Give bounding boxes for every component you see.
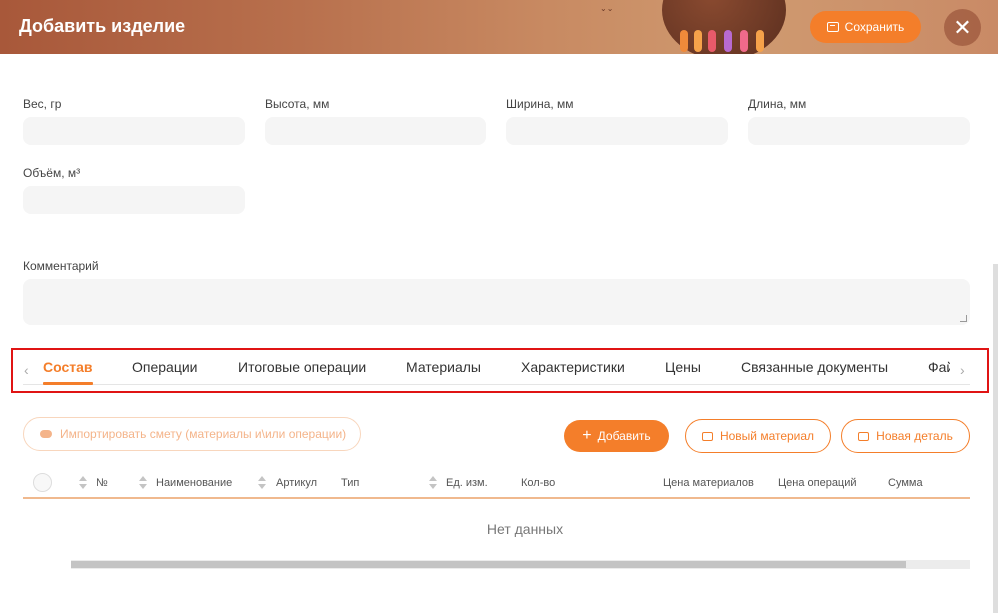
comment-label: Комментарий bbox=[23, 259, 99, 273]
tab-materials[interactable]: Материалы bbox=[406, 359, 481, 375]
sort-icon[interactable] bbox=[258, 476, 266, 490]
weight-label: Вес, гр bbox=[23, 97, 62, 111]
column-total[interactable]: Сумма bbox=[888, 477, 923, 489]
length-label: Длина, мм bbox=[748, 97, 807, 111]
column-quantity[interactable]: Кол-во bbox=[521, 477, 555, 489]
cloud-upload-icon bbox=[40, 430, 52, 438]
column-name[interactable]: Наименование bbox=[156, 477, 232, 489]
tabs-next-icon[interactable]: › bbox=[960, 362, 965, 378]
select-all-checkbox[interactable] bbox=[33, 473, 52, 492]
balloon-stripe bbox=[680, 30, 688, 52]
column-type[interactable]: Тип bbox=[341, 477, 359, 489]
tab-final-operations[interactable]: Итоговые операции bbox=[238, 359, 366, 375]
horizontal-scrollbar[interactable] bbox=[71, 560, 970, 569]
tabs-divider bbox=[23, 384, 970, 385]
height-label: Высота, мм bbox=[265, 97, 330, 111]
weight-input[interactable] bbox=[23, 117, 245, 145]
modal-header: ⌄⌄ Добавить изделие Сохранить ✕ bbox=[0, 0, 998, 54]
balloon-stripe bbox=[724, 30, 732, 52]
balloon-stripe bbox=[694, 30, 702, 52]
link-icon bbox=[858, 431, 870, 441]
column-material-price[interactable]: Цена материалов bbox=[663, 477, 754, 489]
new-material-label: Новый материал bbox=[719, 429, 815, 443]
vertical-scrollbar[interactable] bbox=[993, 264, 998, 613]
tab-active-indicator bbox=[43, 382, 93, 385]
import-estimate-label: Импортировать смету (материалы и\или опе… bbox=[60, 427, 347, 441]
balloon-stripe bbox=[756, 30, 764, 52]
sort-icon[interactable] bbox=[79, 476, 87, 490]
width-input[interactable] bbox=[506, 117, 728, 145]
close-button[interactable]: ✕ bbox=[944, 9, 981, 46]
add-button[interactable]: + Добавить bbox=[564, 420, 669, 452]
add-button-label: Добавить bbox=[597, 429, 651, 443]
new-material-button[interactable]: Новый материал bbox=[685, 419, 831, 453]
sort-icon[interactable] bbox=[429, 476, 437, 490]
table-header-divider bbox=[23, 497, 970, 499]
balloon-stripe bbox=[708, 30, 716, 52]
volume-input[interactable] bbox=[23, 186, 245, 214]
resize-handle-icon[interactable] bbox=[960, 315, 967, 322]
height-input[interactable] bbox=[265, 117, 486, 145]
tab-prices[interactable]: Цены bbox=[665, 359, 701, 375]
balloon-stripe bbox=[740, 30, 748, 52]
comment-textarea[interactable] bbox=[23, 279, 970, 325]
horizontal-scrollbar-thumb[interactable] bbox=[71, 561, 906, 568]
column-number[interactable]: № bbox=[96, 477, 108, 489]
width-label: Ширина, мм bbox=[506, 97, 574, 111]
tab-composition[interactable]: Состав bbox=[43, 359, 93, 375]
new-detail-label: Новая деталь bbox=[876, 429, 953, 443]
page-title: Добавить изделие bbox=[19, 16, 186, 36]
tab-files-clip: Фай bbox=[926, 359, 950, 379]
tab-files[interactable]: Фай bbox=[928, 359, 950, 375]
folder-icon bbox=[826, 22, 839, 32]
plus-icon: + bbox=[582, 427, 592, 444]
tab-related-documents[interactable]: Связанные документы bbox=[741, 359, 888, 375]
close-icon: ✕ bbox=[953, 14, 972, 40]
length-input[interactable] bbox=[748, 117, 970, 145]
tab-characteristics[interactable]: Характеристики bbox=[521, 359, 625, 375]
import-estimate-button[interactable]: Импортировать смету (материалы и\или опе… bbox=[23, 417, 361, 451]
table-empty-state: Нет данных bbox=[486, 521, 564, 537]
box-icon bbox=[701, 431, 713, 441]
bird-decoration: ⌄⌄ bbox=[600, 4, 614, 13]
new-detail-button[interactable]: Новая деталь bbox=[841, 419, 970, 453]
tabs-prev-icon[interactable]: ‹ bbox=[24, 362, 29, 378]
save-button-label: Сохранить bbox=[844, 20, 905, 34]
tab-operations[interactable]: Операции bbox=[132, 359, 198, 375]
column-article[interactable]: Артикул bbox=[276, 477, 317, 489]
column-unit[interactable]: Ед. изм. bbox=[446, 477, 488, 489]
column-operation-price[interactable]: Цена операций bbox=[778, 477, 857, 489]
save-button[interactable]: Сохранить bbox=[810, 11, 921, 43]
sort-icon[interactable] bbox=[139, 476, 147, 490]
volume-label: Объём, м³ bbox=[23, 166, 81, 180]
